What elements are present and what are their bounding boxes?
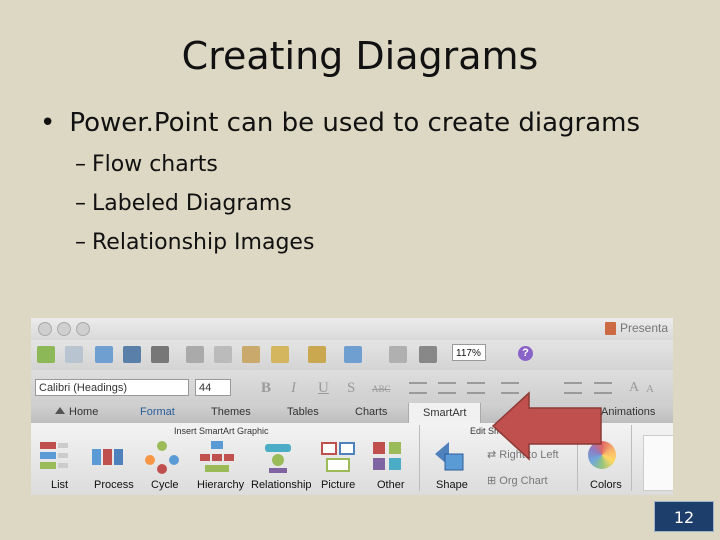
new-icon[interactable] (37, 346, 55, 363)
open-icon[interactable] (95, 346, 113, 363)
org-chart-label: Org Chart (499, 475, 548, 487)
subbullet: – Flow charts (75, 152, 218, 177)
process-label: Process (94, 479, 134, 491)
subbullet-text: Labeled Diagrams (92, 191, 292, 216)
help-icon[interactable]: ? (518, 346, 533, 361)
relationship-icon (265, 444, 291, 473)
align-left-icon[interactable] (409, 382, 427, 394)
zoom-window-icon[interactable] (76, 322, 90, 336)
hierarchy-icon (200, 441, 234, 472)
hierarchy-label: Hierarchy (197, 479, 245, 491)
tab-themes[interactable]: Themes (211, 406, 251, 418)
styles-gallery[interactable] (643, 435, 673, 491)
list-label: List (51, 479, 69, 491)
subbullet: – Relationship Images (75, 230, 315, 255)
shape-label: Shape (436, 479, 468, 491)
gallery-icon[interactable] (65, 346, 83, 363)
tab-charts[interactable]: Charts (355, 406, 387, 418)
tab-home[interactable]: Home (55, 406, 98, 418)
undo-icon[interactable] (308, 346, 326, 363)
strikethrough-button[interactable]: ABC (372, 384, 391, 394)
print-icon[interactable] (151, 346, 169, 363)
format-painter-icon[interactable] (271, 346, 289, 363)
tab-format[interactable]: Format (140, 406, 175, 418)
tab-home-label: Home (69, 406, 99, 418)
bullet-main-text: Power.Point can be used to create diagra… (69, 108, 640, 138)
window-titlebar: Presenta (31, 318, 673, 340)
org-chart-button[interactable]: ⊞ Org Chart (487, 474, 548, 487)
bullet-main: • Power.Point can be used to create diag… (40, 108, 640, 138)
shadow-button[interactable]: S (347, 380, 355, 397)
grow-font-button[interactable]: A (629, 380, 639, 396)
slide-layout-icon[interactable] (419, 346, 437, 363)
subbullet: – Labeled Diagrams (75, 191, 292, 216)
bold-button[interactable]: B (261, 380, 271, 397)
insert-textbox-icon[interactable] (389, 346, 407, 363)
save-icon[interactable] (123, 346, 141, 363)
cycle-icon (145, 441, 179, 474)
close-window-icon[interactable] (38, 322, 52, 336)
picture-label: Picture (321, 479, 356, 491)
paste-icon[interactable] (242, 346, 260, 363)
copy-icon[interactable] (214, 346, 232, 363)
bullet-list: • Power.Point can be used to create diag… (40, 108, 640, 255)
colors-label: Colors (590, 479, 622, 491)
shrink-font-button[interactable]: A (646, 383, 654, 395)
window-title: Presenta (605, 321, 669, 336)
redo-icon[interactable] (344, 346, 362, 363)
underline-button[interactable]: U (318, 380, 329, 397)
zoom-field[interactable]: 117% (452, 344, 486, 361)
window-title-text: Presenta (620, 321, 669, 335)
page-number: 12 (654, 501, 714, 532)
font-name-field[interactable]: Calibri (Headings) (35, 379, 189, 396)
cycle-label: Cycle (151, 479, 179, 491)
cut-icon[interactable] (186, 346, 204, 363)
standard-toolbar (31, 340, 673, 370)
subbullet-text: Relationship Images (92, 230, 315, 255)
font-size-field[interactable]: 44 (195, 379, 231, 396)
group-insert-label: Insert SmartArt Graphic (174, 426, 269, 436)
align-center-icon[interactable] (438, 382, 456, 394)
minimize-window-icon[interactable] (57, 322, 71, 336)
presentation-doc-icon (605, 322, 616, 336)
align-right-icon[interactable] (467, 382, 485, 394)
process-icon (92, 449, 123, 465)
other-icon (373, 442, 401, 470)
tab-tables[interactable]: Tables (287, 406, 319, 418)
italic-button[interactable]: I (291, 380, 296, 397)
home-icon (55, 407, 65, 414)
tab-animations[interactable]: Animations (601, 406, 655, 418)
org-chart-icon: ⊞ (487, 475, 500, 487)
subbullet-text: Flow charts (92, 152, 218, 177)
ribbon-separator (419, 425, 420, 491)
list-icon (40, 442, 68, 469)
bullet-dot-icon: • (40, 108, 56, 138)
other-label: Other (377, 479, 405, 491)
pointer-arrow-icon (491, 391, 602, 461)
shape-icon (435, 442, 464, 471)
slide-title: Creating Diagrams (181, 34, 539, 78)
tab-smartart[interactable]: SmartArt (408, 403, 482, 423)
relationship-label: Relationship (251, 479, 312, 491)
picture-icon (321, 442, 355, 472)
ribbon-separator (631, 425, 632, 491)
